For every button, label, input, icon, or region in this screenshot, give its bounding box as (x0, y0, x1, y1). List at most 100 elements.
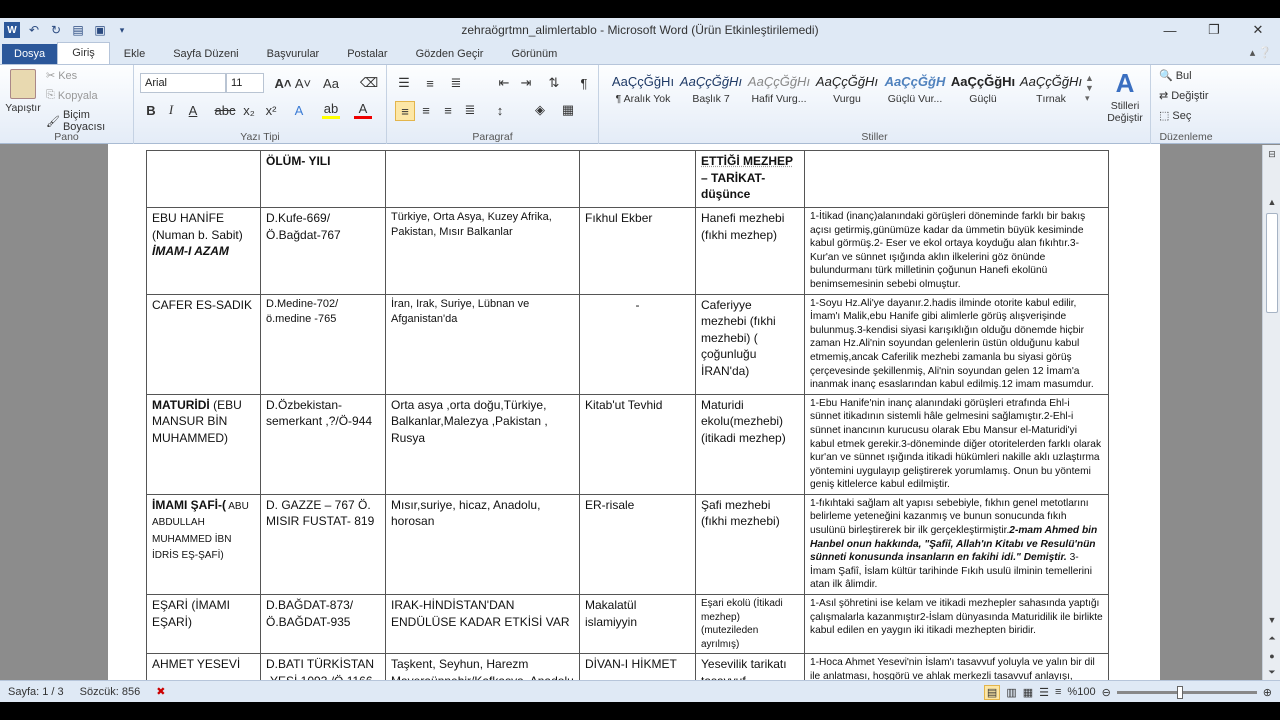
table-cell[interactable]: Türkiye, Orta Asya, Kuzey Afrika, Pakist… (385, 207, 580, 295)
table-cell[interactable]: D. GAZZE – 767 Ö. MISIR FUSTAT- 819 (260, 493, 386, 596)
table-cell[interactable]: ÖLÜM- YILI (260, 150, 386, 208)
browse-object-icon[interactable]: ● (1265, 651, 1279, 661)
table-cell[interactable]: Mısır,suriye, hicaz, Anadolu, horosan (385, 493, 580, 596)
table-cell[interactable]: IRAK-HİNDİSTAN'DAN ENDÜLÜSE KADAR ETKİSİ… (385, 594, 580, 655)
tab-mailings[interactable]: Postalar (333, 44, 401, 64)
table-cell[interactable]: EŞARİ (İMAMI EŞARİ) (146, 594, 261, 655)
decrease-indent-button[interactable]: ⇤ (495, 74, 513, 92)
table-cell[interactable] (146, 150, 261, 208)
vertical-scrollbar[interactable]: ⊟ ▲ ▼ ⏶ ● ⏷ (1262, 145, 1280, 684)
table-cell[interactable]: D.BAĞDAT-873/ Ö.BAĞDAT-935 (260, 594, 386, 655)
style-intense-emphasis[interactable]: AaÇçĞğH Güçlü Vur... (881, 69, 949, 119)
full-screen-view-icon[interactable]: ▥ (1006, 686, 1016, 699)
style-heading-7[interactable]: AaÇçĞğHı Başlık 7 (677, 69, 745, 119)
shading-button[interactable]: ◈ (531, 101, 549, 119)
close-button[interactable]: ✕ (1236, 18, 1280, 42)
change-styles-button[interactable]: A Stilleri Değiştir (1103, 69, 1147, 124)
scroll-down-icon[interactable]: ▼ (1265, 615, 1279, 625)
table-cell[interactable]: EBU HANİFE (Numan b. Sabit) İMAM-I AZAM (146, 207, 261, 295)
redo-icon[interactable]: ↻ (48, 22, 64, 38)
table-cell[interactable]: 1-fıkıhtaki sağlam alt yapısı sebebiyle,… (804, 493, 1109, 596)
zoom-in-icon[interactable]: ⊕ (1263, 686, 1272, 699)
table-cell[interactable]: MATURİDİ (EBU MANSUR BİN MUHAMMED) (146, 393, 261, 495)
next-page-icon[interactable]: ⏷ (1265, 667, 1279, 678)
table-cell[interactable]: Kitab'ut Tevhid (579, 393, 696, 495)
proofing-icon[interactable]: ✖ (148, 685, 173, 698)
bold-button[interactable]: B (142, 101, 160, 119)
bullets-button[interactable]: ☰ (395, 74, 413, 92)
find-button[interactable]: 🔍 Bul (1159, 69, 1192, 83)
style-emphasis[interactable]: AaÇçĞğHı Vurgu (813, 69, 881, 119)
tab-insert[interactable]: Ekle (110, 44, 159, 64)
tab-file[interactable]: Dosya (2, 44, 58, 64)
table-cell[interactable]: Hanefi mezhebi (fıkhi mezhep) (695, 207, 805, 295)
tab-page-layout[interactable]: Sayfa Düzeni (159, 44, 252, 64)
table-cell[interactable]: ER-risale (579, 493, 696, 596)
print-icon[interactable]: ▤ (70, 22, 86, 38)
cut-button[interactable]: ✂ Kes (46, 69, 77, 83)
scroll-thumb[interactable] (1266, 213, 1278, 313)
font-size-box[interactable]: 11 (226, 73, 264, 93)
table-cell[interactable]: 1-İtikad (inanç)alanındaki görüşleri dön… (804, 207, 1109, 295)
web-layout-view-icon[interactable]: ▦ (1023, 686, 1033, 699)
table-cell[interactable]: Orta asya ,orta doğu,Türkiye, Balkanlar,… (385, 393, 580, 495)
tab-home[interactable]: Giriş (57, 42, 110, 64)
table-cell[interactable] (385, 150, 580, 208)
select-button[interactable]: ⬚ Seç (1159, 109, 1191, 123)
show-marks-button[interactable]: ¶ (575, 74, 593, 92)
style-subtle-emphasis[interactable]: AaÇçĞğHı Hafif Vurg... (745, 69, 813, 119)
table-cell[interactable]: Fıkhul Ekber (579, 207, 696, 295)
save-icon[interactable]: ▣ (92, 22, 108, 38)
justify-button[interactable]: ≣ (461, 101, 479, 119)
align-center-button[interactable]: ≡ (417, 101, 435, 119)
word-count[interactable]: Sözcük: 856 (72, 686, 149, 698)
restore-button[interactable]: ❐ (1192, 18, 1236, 42)
text-effects-button[interactable]: A (290, 101, 308, 119)
table-cell[interactable]: 1-Ebu Hanife'nin inanç alanındaki görüşl… (804, 393, 1109, 495)
document-page[interactable]: ÖLÜM- YILI ETTİĞİ MEZHEP – TARİKAT-düşünc… (108, 144, 1160, 684)
multilevel-list-button[interactable]: ≣ (447, 74, 465, 92)
zoom-slider[interactable] (1116, 685, 1257, 699)
zoom-out-icon[interactable]: ⊖ (1102, 686, 1111, 699)
undo-icon[interactable]: ↶ (26, 22, 42, 38)
table-cell[interactable]: D.Medine-702/ ö.medine -765 (260, 293, 386, 395)
table-cell[interactable]: CAFER ES-SADIK (146, 293, 261, 395)
style-strong[interactable]: AaÇçĞğHı Güçlü (949, 69, 1017, 119)
tab-review[interactable]: Gözden Geçir (402, 44, 498, 64)
copy-button[interactable]: ⎘ Kopyala (46, 89, 98, 102)
ruler-toggle-icon[interactable]: ⊟ (1265, 149, 1279, 160)
table-cell[interactable]: D.Özbekistan-semerkant ,?/Ö-944 (260, 393, 386, 495)
numbering-button[interactable]: ≡ (421, 74, 439, 92)
font-name-box[interactable]: Arial (140, 73, 226, 93)
align-right-button[interactable]: ≡ (439, 101, 457, 119)
table-cell[interactable]: - (579, 293, 696, 395)
zoom-slider-knob[interactable] (1176, 685, 1183, 699)
table-cell[interactable]: Caferiyye mezhebi (fıkhi mezhebi) ( çoğu… (695, 293, 805, 395)
outline-view-icon[interactable]: ☰ (1039, 686, 1049, 699)
tab-view[interactable]: Görünüm (497, 44, 571, 64)
style-quote[interactable]: AaÇçĞğHı Tırnak (1017, 69, 1085, 119)
table-cell[interactable] (804, 150, 1109, 208)
table-cell[interactable]: Eşari ekolü (İtikadi mezhep) (mutezilede… (695, 594, 805, 655)
change-case-button[interactable]: Aa (322, 74, 340, 92)
replace-button[interactable]: ⇄ Değiştir (1159, 89, 1209, 103)
table-cell[interactable]: Şafi mezhebi (fıkhi mezhebi) (695, 493, 805, 596)
print-layout-view-icon[interactable]: ▤ (983, 684, 1001, 700)
customize-qat-icon[interactable]: ▾ (114, 22, 130, 38)
sort-button[interactable]: ⇅ (545, 74, 563, 92)
minimize-button[interactable]: — (1148, 18, 1192, 42)
draft-view-icon[interactable]: ≡ (1055, 686, 1061, 698)
clear-formatting-button[interactable]: ⌫ (360, 74, 378, 92)
superscript-button[interactable]: x² (262, 101, 280, 119)
page-indicator[interactable]: Sayfa: 1 / 3 (0, 686, 72, 698)
line-spacing-button[interactable]: ↕ (491, 101, 509, 119)
tab-references[interactable]: Başvurular (253, 44, 334, 64)
underline-button[interactable]: A (184, 101, 202, 119)
table-cell[interactable]: 1-Asıl şöhretini ise kelam ve itikadi me… (804, 594, 1109, 655)
format-painter-button[interactable]: 🖌 Biçim Boyacısı (46, 109, 133, 133)
styles-scroll[interactable]: ▲ ▼ ▾ (1085, 73, 1094, 104)
table-cell[interactable] (579, 150, 696, 208)
table-cell[interactable]: ETTİĞİ MEZHEP – TARİKAT-düşünce (695, 150, 805, 208)
previous-page-icon[interactable]: ⏶ (1265, 633, 1279, 644)
style-no-spacing[interactable]: AaÇçĞğHı ¶ Aralık Yok (609, 69, 677, 119)
